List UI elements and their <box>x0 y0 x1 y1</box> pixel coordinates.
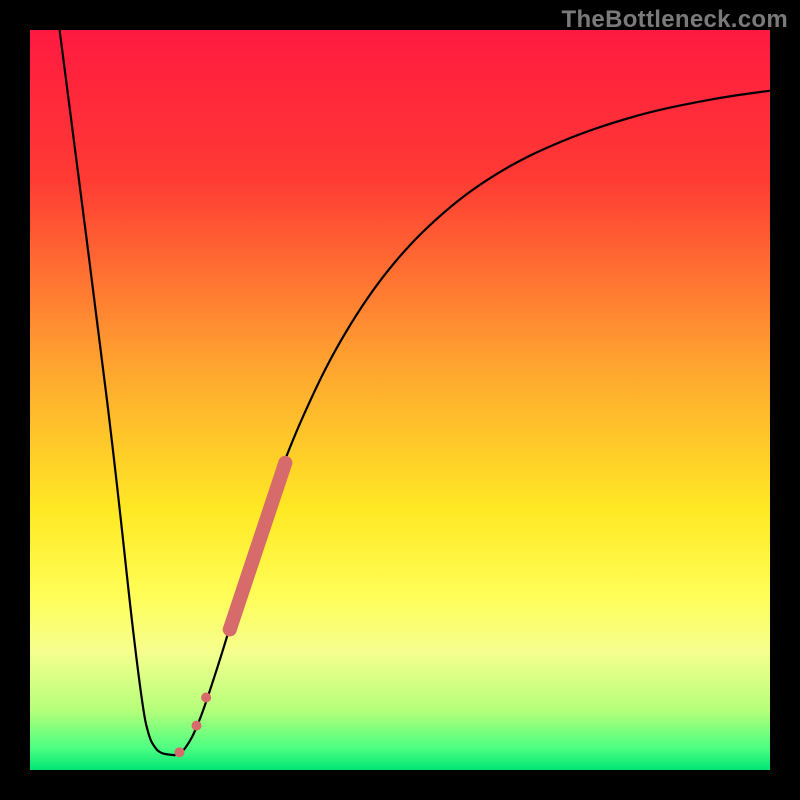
marker-dot-1 <box>201 692 211 702</box>
chart-svg <box>30 30 770 770</box>
marker-dot-3 <box>174 747 184 757</box>
marker-band-bottom-cap <box>223 622 237 636</box>
plot-area <box>30 30 770 770</box>
marker-band-top-cap <box>278 456 292 470</box>
chart-frame: TheBottleneck.com <box>0 0 800 800</box>
gradient-background <box>30 30 770 770</box>
marker-dot-2 <box>192 721 202 731</box>
watermark-label: TheBottleneck.com <box>562 6 788 34</box>
